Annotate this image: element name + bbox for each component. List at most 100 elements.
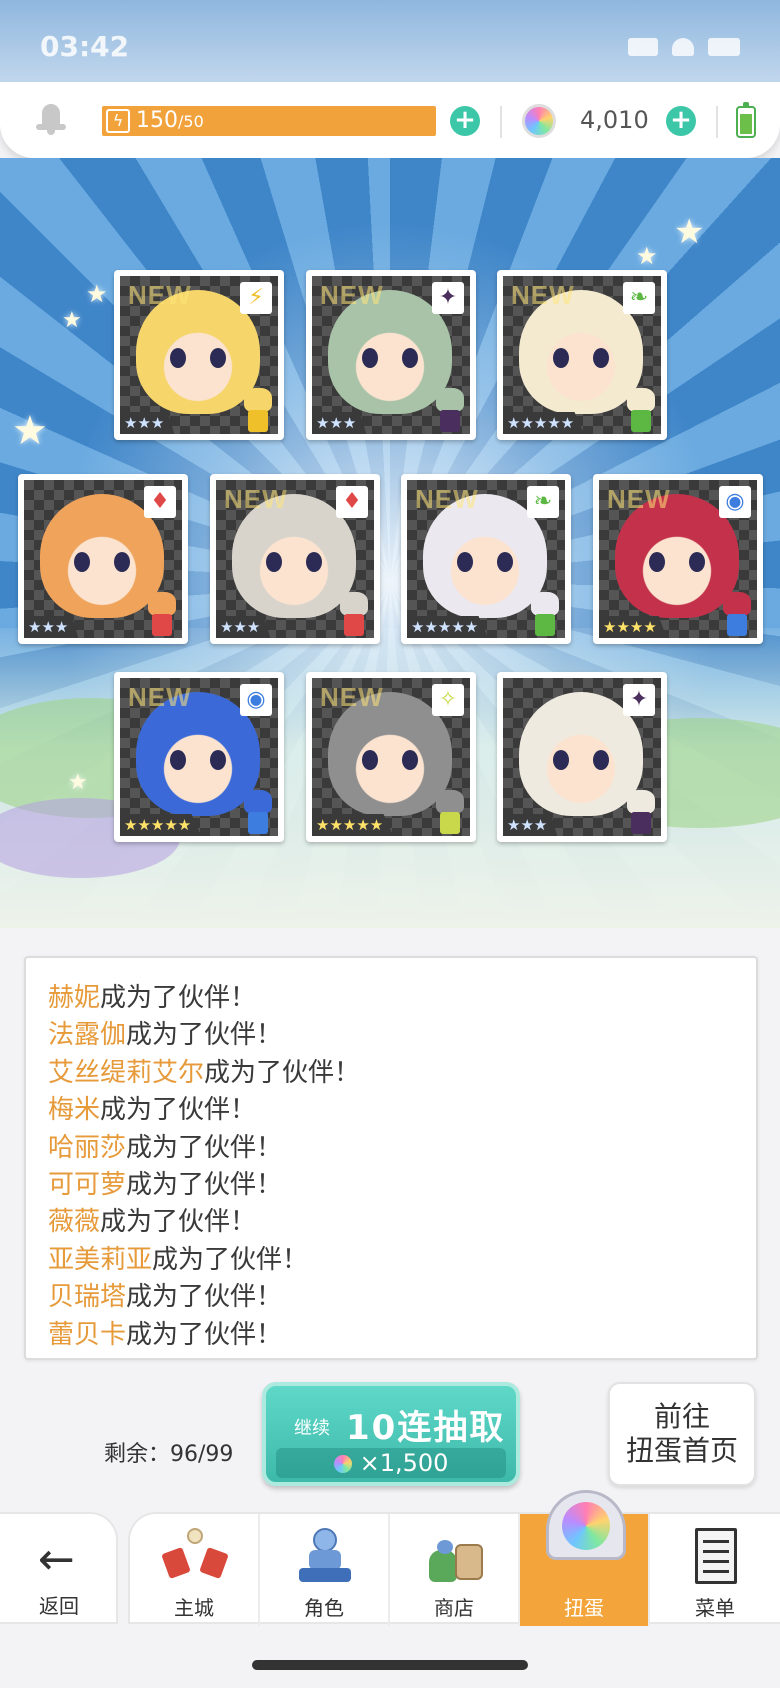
rarity-stars: ★★★	[312, 412, 367, 434]
tab-menu[interactable]: 菜单	[650, 1514, 780, 1626]
log-line: 法露伽成为了伙伴！	[48, 1017, 756, 1054]
back-button[interactable]: ← 返回	[0, 1512, 118, 1624]
element-icon: ♦	[144, 486, 176, 518]
character-portrait: ♦ ★★★	[24, 480, 182, 638]
log-text: 成为了伙伴！	[100, 1207, 257, 1238]
character-card[interactable]: ✦ ★★★	[497, 672, 667, 842]
character-sprite	[236, 788, 278, 836]
pull-cost: ×1,500	[276, 1448, 506, 1478]
character-portrait: NEW ◉ ★★★★	[599, 480, 757, 638]
log-line: 薇薇成为了伙伴！	[48, 1204, 756, 1241]
character-portrait: NEW ✦ ★★★	[312, 276, 470, 434]
resource-bar: ϟ 150/50 + 4,010 +	[0, 82, 780, 158]
gem-count: 4,010	[580, 106, 649, 134]
tab-shop[interactable]: 商店	[390, 1514, 520, 1626]
clock: 03:42	[40, 30, 130, 63]
sparkle-icon: ★	[86, 280, 108, 308]
rarity-stars: ★★★★★	[503, 412, 585, 434]
character-card[interactable]: NEW ◉ ★★★★★	[114, 672, 284, 842]
sparkle-icon: ★	[62, 308, 82, 333]
character-card[interactable]: NEW ✧ ★★★★★	[306, 672, 476, 842]
element-icon: ❧	[623, 282, 655, 314]
character-sprite	[140, 590, 182, 638]
character-name: 赫妮	[48, 983, 101, 1013]
character-card[interactable]: NEW ♦ ★★★	[210, 474, 380, 644]
sparkle-icon: ★	[674, 212, 705, 252]
new-badge: NEW	[320, 682, 384, 712]
character-sprite	[332, 590, 374, 638]
new-badge: NEW	[224, 484, 288, 514]
element-icon: ◉	[719, 486, 751, 518]
log-line: 梅米成为了伙伴！	[48, 1092, 756, 1129]
log-text: 成为了伙伴！	[204, 1057, 361, 1088]
log-line: 哈丽莎成为了伙伴！	[48, 1130, 756, 1167]
pull-10-button[interactable]: 继续 10连抽取 ×1,500	[262, 1382, 520, 1486]
character-name: 艾丝缇莉艾尔	[48, 1057, 205, 1088]
sparkle-icon: ★	[68, 770, 88, 795]
tab-gacha[interactable]: 扭蛋	[520, 1490, 650, 1626]
lightning-icon: ϟ	[106, 109, 130, 133]
new-badge: NEW	[607, 484, 671, 514]
sparkle-icon: ★	[12, 408, 48, 454]
character-card[interactable]: NEW ◉ ★★★★	[593, 474, 763, 644]
character-card[interactable]: NEW ⚡ ★★★	[114, 270, 284, 440]
log-text: 成为了伙伴！	[126, 1132, 283, 1163]
rarity-stars: ★★★	[216, 616, 271, 638]
log-line: 蕾贝卡成为了伙伴！	[48, 1317, 756, 1354]
rarity-stars: ★★★	[24, 616, 79, 638]
add-stamina-button[interactable]: +	[450, 106, 480, 136]
character-name: 哈丽莎	[48, 1132, 127, 1163]
log-text: 成为了伙伴！	[100, 1095, 257, 1126]
new-badge: NEW	[128, 280, 192, 310]
log-line: 艾丝缇莉艾尔成为了伙伴！	[48, 1055, 756, 1092]
battery-status-icon	[708, 38, 740, 56]
gacha-result-stage: ★ ★ ★ ★ ★ ★ NEW ⚡ ★★★ NEW ✦ ★★★ NEW ❧ ★★…	[0, 158, 780, 928]
character-sprite	[619, 386, 661, 434]
log-text: 成为了伙伴！	[100, 983, 257, 1013]
character-icon	[295, 1528, 355, 1584]
character-name: 亚美莉亚	[48, 1244, 153, 1275]
rarity-stars: ★★★★	[599, 616, 667, 638]
recruit-log[interactable]: 赫妮成为了伙伴！ 法露伽成为了伙伴！ 艾丝缇莉艾尔成为了伙伴！ 梅米成为了伙伴！ 哈丽莎…	[24, 956, 758, 1360]
character-portrait: NEW ❧ ★★★★★	[503, 276, 661, 434]
notification-bell-icon[interactable]	[36, 102, 66, 135]
character-portrait: NEW ⚡ ★★★	[120, 276, 278, 434]
gacha-crystal-icon	[540, 1480, 632, 1572]
log-text: 成为了伙伴！	[126, 1282, 283, 1313]
back-label: 返回	[39, 1594, 79, 1618]
tab-main-city[interactable]: 主城	[130, 1514, 260, 1626]
character-card[interactable]: ♦ ★★★	[18, 474, 188, 644]
character-card[interactable]: NEW ❧ ★★★★★	[401, 474, 571, 644]
home-indicator[interactable]	[252, 1660, 528, 1670]
tab-characters[interactable]: 角色	[260, 1514, 390, 1626]
character-portrait: NEW ◉ ★★★★★	[120, 678, 278, 836]
rarity-stars: ★★★	[503, 814, 558, 836]
add-gems-button[interactable]: +	[666, 106, 696, 136]
log-text: 成为了伙伴！	[152, 1244, 309, 1275]
character-portrait: NEW ❧ ★★★★★	[407, 480, 565, 638]
gem-icon	[522, 104, 556, 138]
character-sprite	[428, 788, 470, 836]
shop-bag-icon	[425, 1528, 485, 1584]
character-card[interactable]: NEW ❧ ★★★★★	[497, 270, 667, 440]
stamina-value: 150/50	[136, 108, 204, 133]
go-to-gacha-home-button[interactable]: 前往 扭蛋首页	[608, 1382, 756, 1486]
character-card[interactable]: NEW ✦ ★★★	[306, 270, 476, 440]
stamina-bar: ϟ 150/50	[102, 106, 436, 136]
character-name: 蕾贝卡	[48, 1319, 127, 1350]
character-sprite	[428, 386, 470, 434]
element-icon: ⚡	[240, 282, 272, 314]
element-icon: ✦	[432, 282, 464, 314]
rarity-stars: ★★★★★	[312, 814, 394, 836]
character-portrait: NEW ✧ ★★★★★	[312, 678, 470, 836]
element-icon: ◉	[240, 684, 272, 716]
character-sprite	[523, 590, 565, 638]
character-sprite	[715, 590, 757, 638]
new-badge: NEW	[415, 484, 479, 514]
character-name: 法露伽	[48, 1020, 127, 1051]
back-arrow-icon: ←	[38, 1534, 75, 1585]
element-icon: ❧	[527, 486, 559, 518]
menu-list-icon	[685, 1528, 745, 1584]
remaining-count: 剩余：96/99	[104, 1442, 234, 1467]
wifi-icon	[672, 38, 694, 56]
